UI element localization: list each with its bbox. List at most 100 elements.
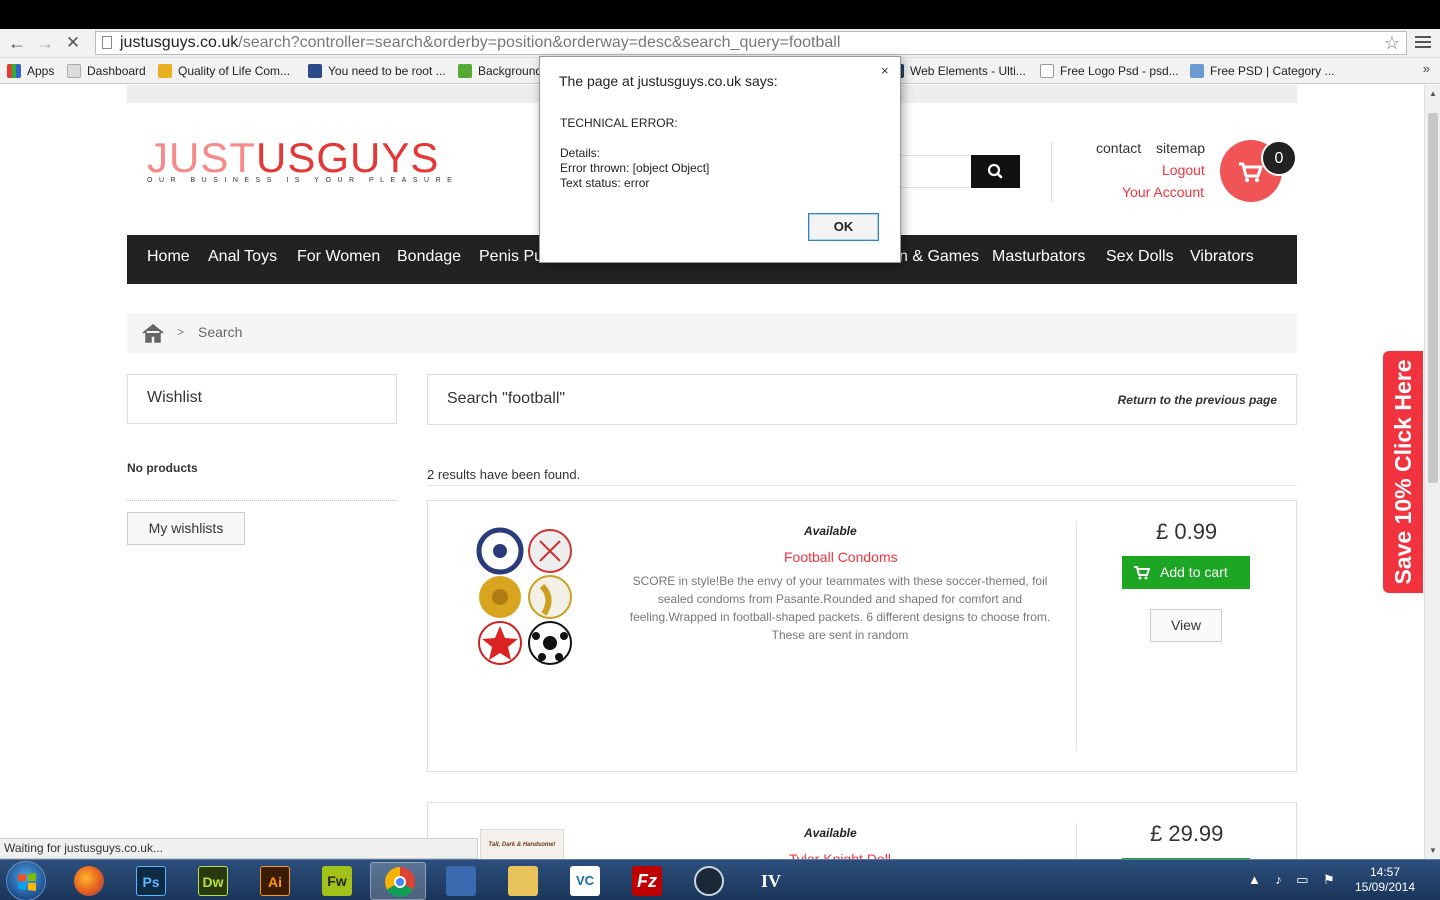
cart-count-badge: 0	[1261, 140, 1297, 176]
my-wishlists-button[interactable]: My wishlists	[127, 512, 245, 545]
product-divider	[1076, 521, 1077, 751]
bookmark-label: Quality of Life Com...	[178, 64, 291, 78]
bookmark-label: Free Logo Psd - psd...	[1060, 64, 1179, 78]
steam-icon	[694, 866, 724, 896]
bookmark-free-psd-category[interactable]: Free PSD | Category ...	[1190, 62, 1335, 80]
clock[interactable]: 14:57 15/09/2014	[1350, 865, 1420, 895]
bookmark-root[interactable]: You need to be root ...	[308, 62, 446, 80]
dreamweaver-icon: Dw	[198, 866, 228, 896]
gta-iv-icon: IV	[760, 871, 781, 891]
action-center-flag-icon[interactable]: ⚑	[1323, 872, 1335, 887]
logout-link[interactable]: Logout	[1162, 162, 1205, 178]
back-arrow-icon[interactable]: ←	[6, 33, 28, 53]
view-button[interactable]: View	[1150, 609, 1222, 642]
dreamweaver-taskbar-button[interactable]: Dw	[184, 862, 240, 900]
fireworks-taskbar-button[interactable]: Fw	[308, 862, 364, 900]
scrollbar-thumb[interactable]	[1428, 113, 1438, 483]
browser-toolbar: ← → ✕ justusguys.co.uk/search?controller…	[0, 29, 1440, 58]
illustrator-icon: Ai	[260, 866, 290, 896]
nav-sex-dolls[interactable]: Sex Dolls	[1106, 235, 1174, 284]
logo-wordmark: JUSTUSGUYS	[147, 137, 438, 179]
bookmark-free-logo-psd[interactable]: Free Logo Psd - psd...	[1040, 62, 1179, 80]
sitemap-link[interactable]: sitemap	[1156, 140, 1205, 156]
site-logo[interactable]: JUSTUSGUYS OUR BUSINESS IS YOUR PLEASURE	[147, 137, 452, 187]
add-to-cart-button[interactable]: Add to cart	[1122, 556, 1250, 589]
bookmark-background[interactable]: Background	[458, 62, 542, 80]
url-host: justusguys.co.uk	[120, 34, 239, 51]
search-button[interactable]	[971, 155, 1020, 188]
chrome-taskbar-button[interactable]	[370, 862, 426, 900]
stop-loading-icon[interactable]: ✕	[62, 33, 84, 53]
network-taskbar-button[interactable]	[432, 862, 488, 900]
add-to-cart-label: Add to cart	[1160, 564, 1228, 580]
photoshop-taskbar-button[interactable]: Ps	[122, 862, 178, 900]
address-bar[interactable]: justusguys.co.uk/search?controller=searc…	[95, 31, 1407, 55]
browser-menu-icon[interactable]	[1415, 34, 1431, 50]
firefox-taskbar-button[interactable]	[60, 862, 116, 900]
bookmark-label: Web Elements - Ulti...	[910, 64, 1026, 78]
vertical-scrollbar[interactable]: ▲ ▼	[1424, 85, 1440, 859]
ok-button[interactable]: OK	[808, 213, 879, 241]
page-icon	[102, 36, 112, 49]
filezilla-taskbar-button[interactable]: Fz	[618, 862, 674, 900]
return-link[interactable]: Return to the previous page	[1118, 393, 1277, 407]
tray-expand-icon[interactable]: ▲	[1248, 872, 1261, 887]
bookmark-apps[interactable]: Apps	[7, 62, 54, 80]
product-image[interactable]	[474, 526, 574, 666]
scroll-up-icon[interactable]: ▲	[1429, 89, 1437, 98]
bookmark-quality-of-life[interactable]: Quality of Life Com...	[158, 62, 290, 80]
product-name-link[interactable]: Tyler Knight Doll	[789, 851, 891, 859]
nav-penis-pumps[interactable]: Penis Pu	[479, 235, 543, 284]
wishlist-divider	[127, 500, 397, 501]
nav-fun-and-games[interactable]: n & Games	[899, 235, 979, 284]
product-price: £ 0.99	[1156, 519, 1218, 544]
account-link[interactable]: Your Account	[1122, 184, 1204, 200]
vnc-taskbar-button[interactable]: VC	[556, 862, 612, 900]
nav-anal-toys[interactable]: Anal Toys	[208, 235, 277, 284]
nav-vibrators[interactable]: Vibrators	[1190, 235, 1254, 284]
bookmark-dashboard[interactable]: Dashboard	[67, 62, 146, 80]
home-icon[interactable]	[141, 323, 165, 343]
illustrator-taskbar-button[interactable]: Ai	[246, 862, 302, 900]
contact-link[interactable]: contact	[1096, 140, 1141, 156]
nav-for-women[interactable]: For Women	[297, 235, 380, 284]
nav-home[interactable]: Home	[147, 235, 190, 284]
header-divider	[1051, 142, 1052, 202]
dialog-title: The page at justusguys.co.uk says:	[559, 73, 778, 89]
product-image[interactable]: Tall, Dark & Handsome!	[480, 829, 564, 859]
explorer-taskbar-button[interactable]	[494, 862, 550, 900]
bookmark-label: Apps	[27, 64, 55, 78]
nav-masturbators[interactable]: Masturbators	[992, 235, 1085, 284]
bookmark-label: Dashboard	[87, 64, 146, 78]
gta-iv-taskbar-button[interactable]: IV	[742, 862, 798, 900]
search-title: Search "football"	[447, 390, 566, 407]
search-icon	[987, 163, 1003, 179]
close-icon[interactable]: ×	[881, 63, 889, 78]
bookmark-label: Free PSD | Category ...	[1210, 64, 1335, 78]
nav-bondage[interactable]: Bondage	[397, 235, 461, 284]
product-name-link[interactable]: Football Condoms	[784, 549, 898, 565]
product-divider	[1076, 823, 1077, 859]
product-description: SCORE in style!Be the envy of your teamm…	[629, 574, 1051, 642]
taskbar: Ps Dw Ai Fw VC Fz IV ▲ ♪ ▭ ⚑ 14:57 15/09…	[0, 859, 1440, 900]
network-tray-icon[interactable]: ▭	[1296, 872, 1308, 887]
system-tray: ▲ ♪ ▭ ⚑	[1248, 872, 1335, 888]
bookmark-star-icon[interactable]: ☆	[1384, 32, 1400, 54]
breadcrumb: > Search	[127, 313, 1297, 353]
promo-tab[interactable]: Save 10% Click Here	[1383, 351, 1423, 593]
forward-arrow-icon[interactable]: →	[34, 33, 56, 53]
vnc-icon: VC	[570, 866, 600, 896]
bookmarks-overflow-icon[interactable]: »	[1423, 61, 1430, 76]
network-icon	[446, 866, 476, 896]
bookmark-web-elements[interactable]: Web Elements - Ulti...	[890, 62, 1026, 80]
scroll-down-icon[interactable]: ▼	[1429, 846, 1437, 855]
screen: ← → ✕ justusguys.co.uk/search?controller…	[0, 0, 1440, 900]
photoshop-icon: Ps	[136, 866, 166, 896]
volume-icon[interactable]: ♪	[1275, 872, 1282, 887]
product-price: £ 29.99	[1150, 821, 1224, 846]
alert-dialog: The page at justusguys.co.uk says: × TEC…	[539, 56, 901, 263]
steam-taskbar-button[interactable]	[680, 862, 736, 900]
favicon-icon	[458, 64, 472, 78]
start-button[interactable]	[6, 861, 46, 900]
clock-time: 14:57	[1369, 865, 1401, 879]
